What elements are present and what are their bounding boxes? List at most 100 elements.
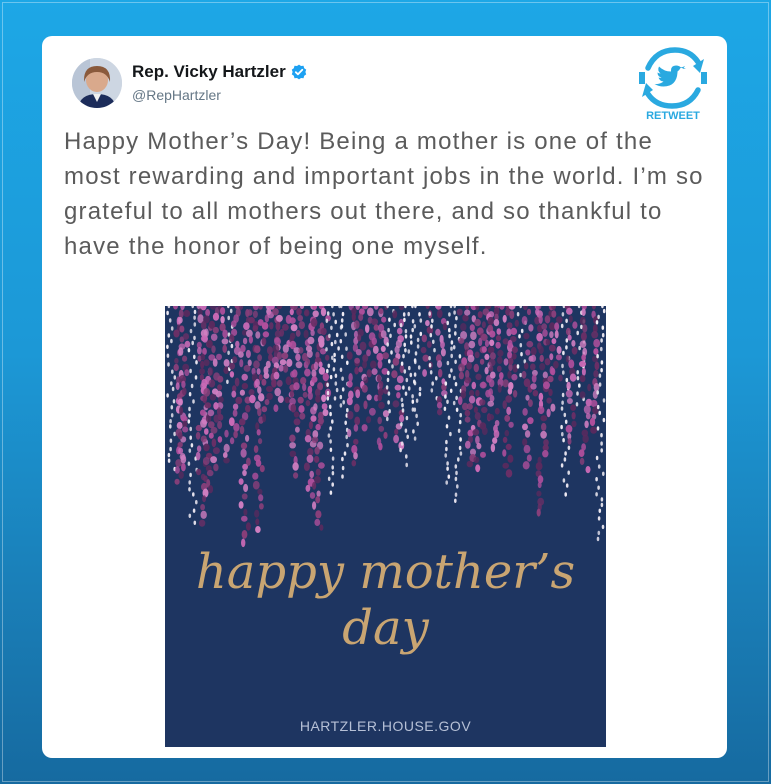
petal [317,417,325,425]
petal [193,520,197,525]
petal [252,310,258,318]
petal [373,306,379,310]
petal [339,394,343,400]
petal [582,324,588,333]
petal [173,329,180,338]
mothers-day-graphic[interactable]: happy mother’s day HARTZLER.HOUSE.GOV [165,306,606,747]
petal [405,462,408,468]
petal [523,362,529,370]
petal [212,312,220,321]
petal [366,394,372,401]
petal [239,425,245,435]
greeting-line-2: day [342,600,429,656]
petal [527,417,534,425]
petal [195,451,201,461]
petal [543,381,550,390]
tweet-text: Happy Mother’s Day! Being a mother is on… [64,128,704,260]
blue-frame: Rep. Vicky Hartzler @RepHartzler RETWEET… [0,0,771,784]
petal [344,420,347,425]
petal [295,361,303,369]
petal [388,409,391,414]
petal [238,351,244,358]
petal [404,348,407,353]
petal [366,369,372,378]
petal [378,442,383,451]
petal [198,519,206,527]
author-name[interactable]: Rep. Vicky Hartzler [132,62,286,82]
petal [254,509,260,518]
petal [333,352,336,358]
petal [168,318,172,323]
petal [402,385,405,390]
petal [167,452,171,458]
petal [278,364,284,372]
petal [341,465,345,471]
petal [571,412,576,420]
petal [289,390,294,398]
petal [361,424,368,432]
petal [391,370,398,379]
petal [575,402,579,407]
petal [189,472,192,478]
petal [458,371,464,380]
petal [232,403,239,410]
petal [481,426,488,436]
petal [263,372,270,379]
petal [487,316,494,326]
petal [252,472,259,480]
petal [166,393,169,398]
petal [426,341,432,348]
petal [257,354,262,362]
petal [396,327,403,335]
petal [326,396,330,401]
verified-badge-icon [291,64,306,80]
petal [412,429,415,434]
petal [318,462,325,469]
petal [454,323,457,329]
author-name-row: Rep. Vicky Hartzler [132,62,307,82]
petal [329,439,332,444]
petal [545,339,551,346]
petal [315,468,321,476]
petal [488,365,494,372]
petal [393,434,399,444]
petal [182,387,187,396]
author-handle[interactable]: @RepHartzler [132,87,221,103]
petal [191,340,194,346]
petal [400,441,404,446]
petal [261,337,267,346]
petal [217,384,223,391]
petal [333,358,336,363]
petal [208,432,214,439]
petal [565,345,568,350]
petal [291,369,298,378]
petal [457,428,461,433]
petal [229,362,235,370]
avatar[interactable] [72,58,122,108]
petal [248,389,255,396]
petal [494,407,500,415]
petal [411,399,415,404]
petal [331,419,334,424]
petal [387,391,391,396]
petal [325,347,328,352]
petal [331,465,334,470]
petal [290,403,297,413]
petal [468,395,476,404]
petal [318,361,323,368]
petal [189,328,193,334]
petal [444,453,448,458]
petal [507,454,514,463]
petal [507,370,512,379]
petal [223,452,228,459]
petal [493,429,500,439]
petal [405,415,409,421]
petal [314,476,321,484]
petal [445,480,449,485]
petal [346,380,353,388]
petal [212,447,220,455]
petal [234,377,240,387]
petal [310,318,318,327]
petal [315,395,321,403]
petal [418,312,421,317]
